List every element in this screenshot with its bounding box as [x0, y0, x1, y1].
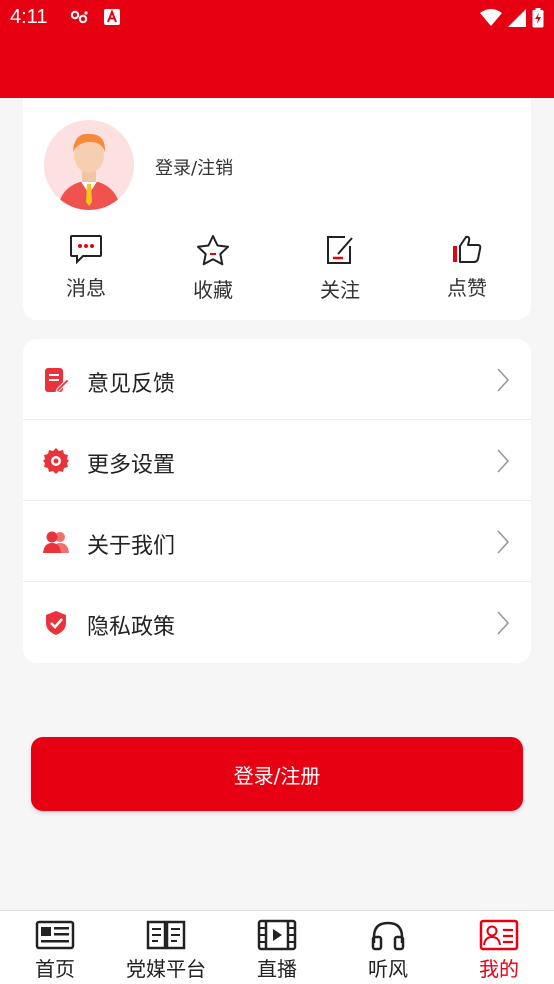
users-icon	[43, 531, 69, 553]
login-register-button[interactable]: 登录/注册	[31, 737, 523, 811]
login-register-label: 登录/注册	[233, 763, 321, 788]
quick-action-label: 关注	[320, 278, 360, 302]
login-logout-link[interactable]: 登录/注销	[155, 154, 233, 180]
profile-card: 登录/注销 消息 收藏 关注 点赞	[23, 98, 531, 320]
battery-icon	[532, 8, 544, 28]
nav-label: 听风	[368, 957, 408, 981]
chevron-right-icon	[497, 368, 510, 392]
quick-action-label: 点赞	[447, 276, 487, 300]
nav-label: 我的	[479, 957, 519, 981]
message-icon	[70, 235, 102, 264]
avatar-person-icon	[44, 120, 134, 210]
newspaper-icon	[35, 920, 75, 950]
menu-item-label: 更多设置	[87, 453, 176, 478]
menu-item-feedback[interactable]: 意见反馈	[23, 339, 531, 420]
settings-menu: 意见反馈 更多设置 关于我们 隐私政策	[23, 339, 531, 663]
nav-label: 首页	[35, 957, 75, 981]
link-status-icon	[70, 10, 88, 24]
bottom-nav: 首页 党媒平台 直播 听风 我的	[0, 910, 554, 984]
shield-icon	[46, 611, 66, 635]
quick-action-label: 收藏	[193, 278, 233, 302]
menu-item-label: 隐私政策	[87, 615, 176, 640]
avatar[interactable]	[44, 120, 134, 210]
nav-listen[interactable]: 听风	[333, 919, 443, 982]
menu-item-about[interactable]: 关于我们	[23, 501, 531, 582]
nav-live[interactable]: 直播	[222, 919, 332, 982]
quick-actions: 消息 收藏 关注 点赞	[23, 234, 531, 314]
nav-party-media[interactable]: 党媒平台	[111, 919, 221, 982]
quick-action-follow[interactable]: 关注	[290, 234, 390, 303]
menu-item-settings[interactable]: 更多设置	[23, 420, 531, 501]
nav-label: 直播	[257, 957, 297, 981]
nav-label: 党媒平台	[126, 957, 206, 981]
film-icon	[257, 919, 297, 951]
status-right	[480, 8, 544, 28]
wifi-icon	[480, 9, 502, 26]
chevron-right-icon	[497, 449, 510, 473]
menu-item-label: 意见反馈	[87, 372, 176, 397]
a-status-icon	[104, 9, 120, 25]
edit-note-icon	[327, 236, 353, 264]
quick-action-likes[interactable]: 点赞	[417, 234, 517, 301]
profile-card-icon	[479, 919, 519, 951]
menu-item-privacy[interactable]: 隐私政策	[23, 582, 531, 663]
quick-action-messages[interactable]: 消息	[36, 234, 136, 301]
book-icon	[146, 920, 186, 950]
feedback-icon	[45, 368, 69, 393]
app-header: 4:11	[0, 0, 554, 98]
chevron-right-icon	[497, 530, 510, 554]
status-bar: 4:11	[0, 0, 554, 38]
signal-icon	[508, 9, 526, 27]
menu-item-label: 关于我们	[87, 534, 176, 559]
gear-icon	[43, 448, 69, 474]
thumbs-up-icon	[453, 235, 482, 263]
headphones-icon	[371, 921, 405, 951]
nav-mine[interactable]: 我的	[444, 919, 554, 982]
status-time: 4:11	[10, 6, 48, 28]
star-icon	[197, 235, 229, 266]
quick-action-favorites[interactable]: 收藏	[163, 234, 263, 303]
nav-home[interactable]: 首页	[0, 919, 110, 982]
chevron-right-icon	[497, 611, 510, 635]
quick-action-label: 消息	[66, 276, 106, 300]
